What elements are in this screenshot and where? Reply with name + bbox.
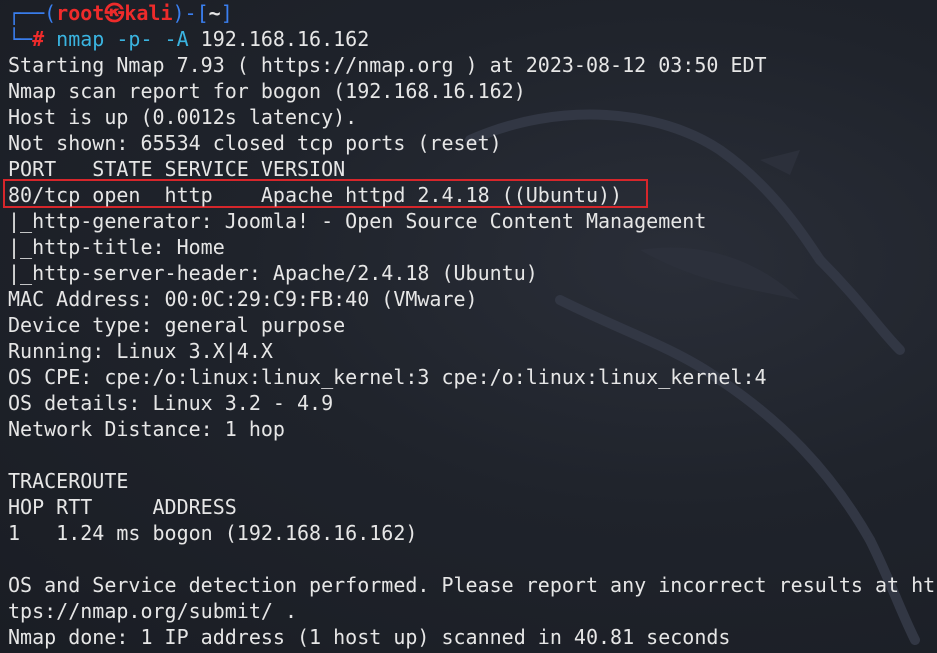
output-line: |_http-generator: Joomla! - Open Source … [8, 209, 707, 233]
output-line: Host is up (0.0012s latency). [8, 105, 358, 129]
prompt-path: ~ [208, 1, 221, 25]
output-line: |_http-server-header: Apache/2.4.18 (Ubu… [8, 261, 538, 285]
port-table-header: PORT STATE SERVICE VERSION [8, 157, 346, 181]
port-80-row: 80/tcp open http Apache httpd 2.4.18 ((U… [8, 183, 623, 207]
output-line: OS CPE: cpe:/o:linux:linux_kernel:3 cpe:… [8, 365, 767, 389]
prompt-hash: # [32, 27, 45, 51]
command-target: 192.168.16.162 [188, 27, 370, 51]
terminal-window[interactable]: ┌──(root㉿kali)-[~] └─# nmap -p- -A 192.1… [0, 0, 937, 653]
output-line: |_http-title: Home [8, 235, 225, 259]
prompt-host: kali [124, 1, 173, 25]
output-line: Network Distance: 1 hop [8, 417, 285, 441]
output-line: Running: Linux 3.X|4.X [8, 339, 273, 363]
output-line: Device type: general purpose [8, 313, 346, 337]
output-line: MAC Address: 00:0C:29:C9:FB:40 (VMware) [8, 287, 478, 311]
traceroute-heading: TRACEROUTE [8, 469, 129, 493]
prompt-corner-2: └─ [8, 27, 33, 51]
output-line: OS and Service detection performed. Plea… [8, 573, 936, 597]
traceroute-header: HOP RTT ADDRESS [8, 495, 237, 519]
prompt-close-bracket: ] [220, 1, 233, 25]
prompt-line-2[interactable]: └─# nmap -p- -A 192.168.16.162 [8, 26, 937, 52]
output-line: Nmap done: 1 IP address (1 host up) scan… [8, 625, 731, 649]
command-text: nmap -p- -A [44, 27, 189, 51]
output-line: Not shown: 65534 closed tcp ports (reset… [8, 131, 502, 155]
prompt-user: root [56, 1, 105, 25]
traceroute-row: 1 1.24 ms bogon (192.168.16.162) [8, 521, 418, 545]
prompt-separator: )-[ [172, 1, 209, 25]
output-line: Starting Nmap 7.93 ( https://nmap.org ) … [8, 53, 767, 77]
prompt-skull-icon: ㉿ [104, 1, 125, 25]
output-line: tps://nmap.org/submit/ . [8, 599, 297, 623]
prompt-corner: ┌──( [8, 1, 57, 25]
output-line: Nmap scan report for bogon (192.168.16.1… [8, 79, 526, 103]
terminal-output: ┌──(root㉿kali)-[~] └─# nmap -p- -A 192.1… [8, 0, 937, 650]
output-line: OS details: Linux 3.2 - 4.9 [8, 391, 334, 415]
prompt-line-1: ┌──(root㉿kali)-[~] [8, 0, 937, 26]
